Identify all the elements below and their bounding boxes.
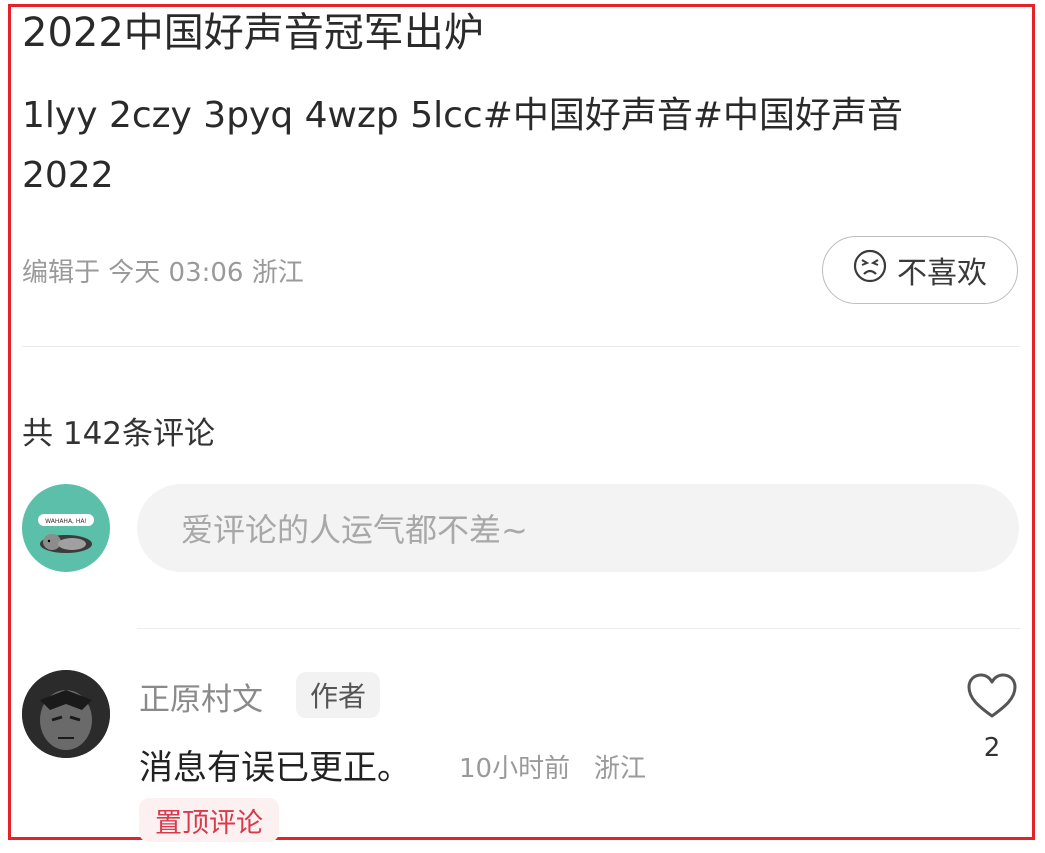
comment-count: 共 142条评论	[22, 416, 216, 452]
user-avatar[interactable]	[22, 670, 110, 758]
unhappy-face-icon	[853, 249, 887, 291]
pinned-badge: 置顶评论	[139, 798, 279, 842]
comment-location: 浙江	[594, 754, 647, 784]
dislike-label: 不喜欢	[897, 256, 987, 291]
comment-divider	[137, 628, 1020, 629]
my-avatar[interactable]: WAHAHA, HA!	[22, 484, 110, 572]
post-title: 2022中国好声音冠军出炉	[22, 10, 484, 56]
comment-text: 消息有误已更正。	[139, 748, 411, 788]
comment-input-placeholder: 爱评论的人运气都不差~	[181, 511, 528, 549]
post-meta: 编辑于 今天 03:06 浙江	[22, 258, 304, 288]
avatar-speech-text: WAHAHA, HA!	[45, 518, 87, 525]
author-badge: 作者	[296, 672, 381, 718]
comment-time: 10小时前	[459, 754, 571, 784]
comment-input[interactable]: 爱评论的人运气都不差~	[137, 484, 1019, 572]
post-description: 1lyy 2czy 3pyq 4wzp 5lcc#中国好声音#中国好声音2022	[22, 95, 904, 196]
dislike-button[interactable]: 不喜欢	[822, 236, 1018, 304]
like-count: 2	[983, 733, 1001, 763]
comment-username[interactable]: 正原村文	[139, 674, 263, 719]
heart-icon[interactable]	[966, 672, 1018, 720]
section-divider	[22, 346, 1020, 347]
